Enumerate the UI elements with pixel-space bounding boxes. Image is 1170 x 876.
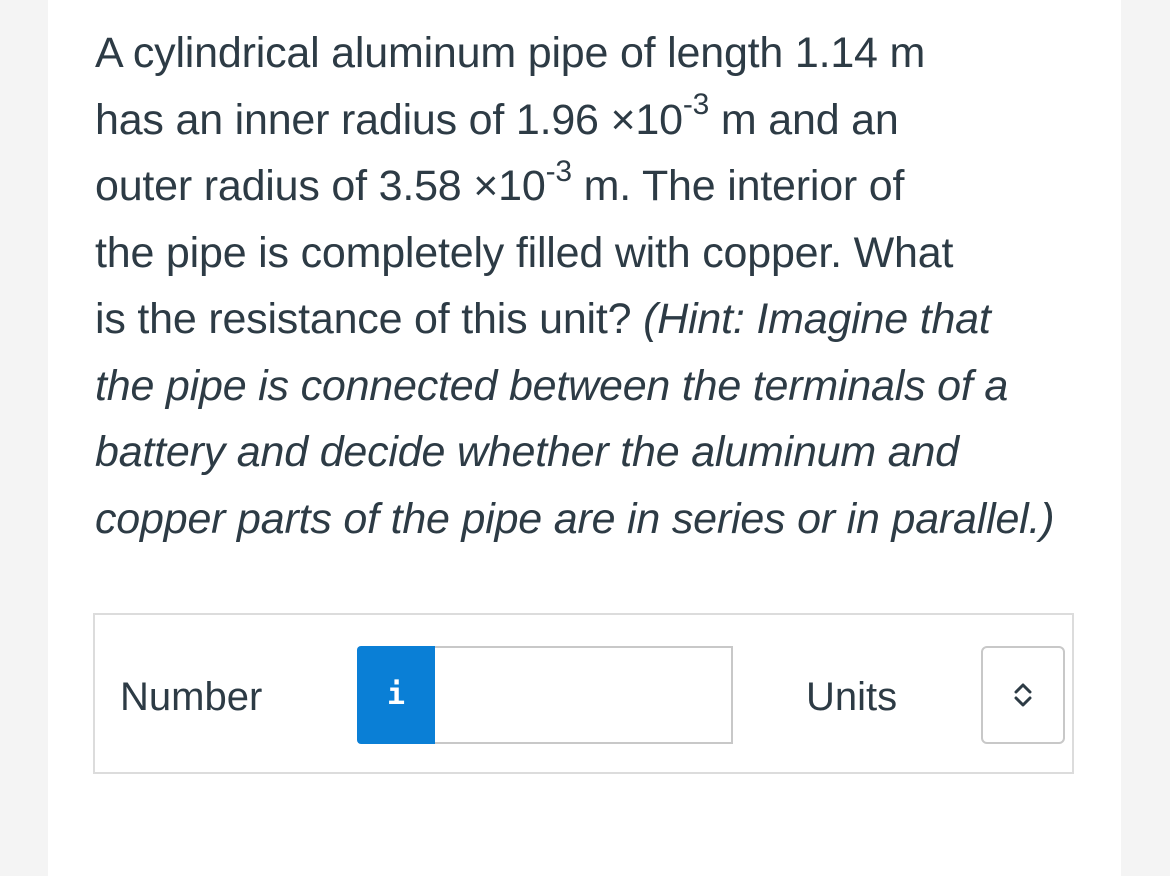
- question-text-segment: has an inner radius of 1.96 ×10: [95, 95, 683, 144]
- question-text-segment: is the resistance of this unit?: [95, 295, 644, 343]
- hint-text: (Hint: Imagine that: [643, 295, 991, 343]
- exponent: -3: [682, 88, 710, 122]
- question-line: has an inner radius of 1.96 ×10-3 m and …: [95, 87, 1085, 154]
- hint-text: the pipe is connected between the termin…: [95, 361, 1009, 410]
- number-label: Number: [120, 675, 263, 719]
- info-button[interactable]: i: [357, 646, 435, 744]
- question-text-segment: outer radius of 3.58 ×10: [95, 162, 546, 210]
- hint-text: battery and decide whether the aluminum …: [95, 428, 959, 476]
- question-line: A cylindrical aluminum pipe of length 1.…: [95, 29, 926, 77]
- units-label: Units: [806, 675, 898, 719]
- question-text-segment: m. The interior of: [571, 162, 905, 210]
- exponent: -3: [545, 154, 572, 188]
- question-text: A cylindrical aluminum pipe of length 1.…: [95, 20, 1085, 552]
- units-select[interactable]: [981, 646, 1065, 744]
- chevron-up-down-icon: [1014, 683, 1032, 707]
- hint-text: copper parts of the pipe are in series o…: [95, 494, 1055, 543]
- question-line: outer radius of 3.58 ×10-3 m. The interi…: [95, 153, 1085, 220]
- question-line: the pipe is completely filled with coppe…: [95, 228, 954, 277]
- number-input[interactable]: [435, 646, 733, 744]
- info-icon: i: [386, 677, 406, 712]
- question-text-segment: m and an: [709, 95, 899, 144]
- question-line: is the resistance of this unit? (Hint: I…: [95, 286, 1085, 353]
